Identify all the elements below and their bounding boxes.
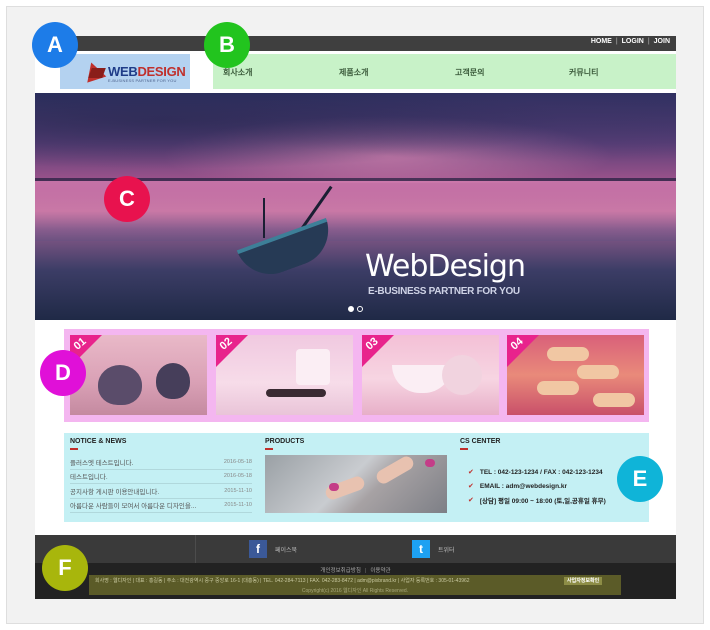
- join-link[interactable]: JOIN: [654, 38, 670, 45]
- label-c-badge: C: [104, 176, 150, 222]
- terms-link[interactable]: 이용약관: [370, 568, 390, 574]
- gallery: 01 02 03 04: [64, 329, 649, 422]
- slider-dot[interactable]: [357, 306, 363, 312]
- business-info-button[interactable]: 사업자정보확인: [564, 577, 603, 585]
- cup-image: [442, 355, 482, 395]
- label-e-badge: E: [617, 456, 663, 502]
- teapot-image: [98, 365, 142, 405]
- separator: |: [364, 568, 367, 574]
- product-image[interactable]: [265, 455, 447, 513]
- cork-image: [537, 381, 579, 395]
- divider: [195, 535, 196, 563]
- list-item[interactable]: 공지사항 게시판 이용안내입니다. 2015-11-10: [70, 484, 252, 499]
- top-bar: HOME | LOGIN | JOIN: [35, 36, 676, 51]
- notice-list: 플러스엣 테스트입니다. 2016-05-18 테스트입니다. 2016-05-18…: [70, 455, 252, 513]
- info-section: NOTICE & NEWS 플러스엣 테스트입니다. 2016-05-18 테스트…: [64, 433, 649, 522]
- nav-item-community[interactable]: 커뮤니티: [569, 67, 598, 78]
- facebook-label: 페이스북: [275, 547, 298, 554]
- finger-shape: [374, 455, 416, 487]
- label-d-badge: D: [40, 350, 86, 396]
- label-a-badge: A: [32, 22, 78, 68]
- cs-title: CS CENTER: [460, 438, 501, 445]
- main-nav: 회사소개 제품소개 고객문의 커뮤니티: [213, 54, 676, 89]
- teapot-image: [156, 363, 190, 399]
- check-icon: ✔: [468, 469, 474, 476]
- home-link[interactable]: HOME: [591, 38, 612, 45]
- cs-list: ✔ TEL : 042-123-1234 / FAX : 042-123-1234…: [468, 465, 643, 507]
- twitter-icon: t: [412, 540, 430, 558]
- title-underline: [460, 448, 468, 450]
- slider-dots: [348, 306, 363, 312]
- title-underline: [70, 448, 78, 450]
- nav-item-products[interactable]: 제품소개: [339, 67, 368, 78]
- twitter-label: 트위터: [438, 547, 455, 554]
- glasses-image: [266, 389, 326, 397]
- facebook-link[interactable]: f 페이스북: [249, 540, 297, 558]
- list-item[interactable]: 플러스엣 테스트입니다. 2016-05-18: [70, 455, 252, 470]
- title-underline: [265, 448, 273, 450]
- copyright: Copyright(c) 2016 웹디자인 All Rights Reserv…: [301, 588, 409, 594]
- check-icon: ✔: [468, 497, 474, 504]
- nail-shape: [329, 483, 339, 491]
- company-info: 회사명 : 웹디자인 | 대표 : 홍길동 | 주소 : 대전광역시 중구 중앙…: [89, 575, 621, 595]
- label-f-badge: F: [42, 545, 88, 591]
- cork-image: [593, 393, 635, 407]
- hero-title: WebDesign: [365, 249, 526, 284]
- footer-social-bar: f 페이스북 t 트위터: [35, 535, 676, 563]
- website-page: HOME | LOGIN | JOIN WEBDESIGN E-BUSINESS…: [35, 36, 676, 599]
- gallery-item-4[interactable]: 04: [507, 335, 644, 415]
- boat-pole: [263, 198, 265, 238]
- hero-sky: [35, 93, 676, 183]
- gallery-item-3[interactable]: 03: [362, 335, 499, 415]
- company-info-text: 회사명 : 웹디자인 | 대표 : 홍길동 | 주소 : 대전광역시 중구 중앙…: [95, 578, 470, 584]
- nail-shape: [425, 459, 435, 467]
- check-icon: ✔: [468, 483, 474, 490]
- nav-item-inquiry[interactable]: 고객문의: [455, 67, 484, 78]
- top-links: HOME | LOGIN | JOIN: [591, 38, 670, 45]
- cs-hours-line: ✔ [상담] 평일 09:00 ~ 18:00 (토,일,공휴일 휴무): [468, 497, 606, 505]
- notice-title[interactable]: NOTICE & NEWS: [70, 438, 126, 445]
- logo-tagline: E-BUSINESS PARTNER FOR YOU: [108, 78, 177, 83]
- footer: 개인정보취급방침 | 이용약관 회사명 : 웹디자인 | 대표 : 홍길동 | 주소…: [35, 563, 676, 599]
- slider-dot[interactable]: [348, 306, 354, 312]
- twitter-link[interactable]: t 트위터: [412, 540, 455, 558]
- gallery-item-2[interactable]: 02: [216, 335, 353, 415]
- hero-subtitle: E-BUSINESS PARTNER FOR YOU: [368, 286, 520, 297]
- list-item[interactable]: 테스트입니다. 2016-05-18: [70, 470, 252, 484]
- products-title[interactable]: PRODUCTS: [265, 438, 304, 445]
- cork-image: [577, 365, 619, 379]
- separator: |: [615, 38, 618, 45]
- cork-image: [547, 347, 589, 361]
- logo[interactable]: WEBDESIGN E-BUSINESS PARTNER FOR YOU: [60, 54, 190, 89]
- gallery-item-1[interactable]: 01: [70, 335, 207, 415]
- privacy-link[interactable]: 개인정보취급방침: [320, 568, 360, 574]
- nav-item-company[interactable]: 회사소개: [223, 67, 252, 78]
- facebook-icon: f: [249, 540, 267, 558]
- login-link[interactable]: LOGIN: [622, 38, 644, 45]
- separator: |: [647, 38, 650, 45]
- list-item[interactable]: 아름다운 사람들이 모여서 아름다운 디자인을... 2015-11-10: [70, 499, 252, 513]
- footer-links: 개인정보취급방침 | 이용약관: [35, 566, 676, 574]
- label-b-badge: B: [204, 22, 250, 68]
- logo-text: WEBDESIGN: [108, 64, 186, 79]
- cup-image: [296, 349, 330, 385]
